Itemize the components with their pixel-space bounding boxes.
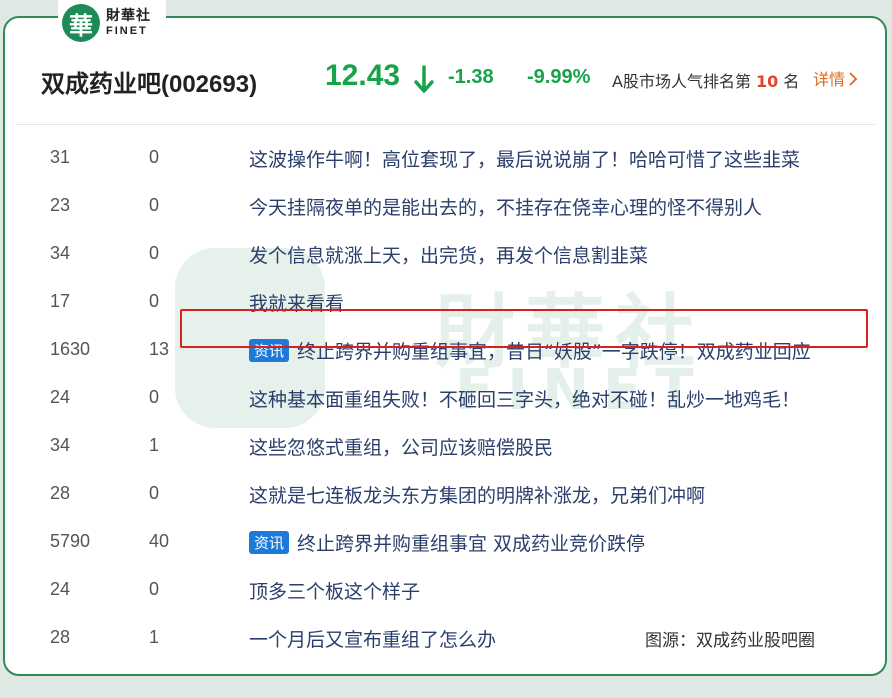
rank-number: 10 [756, 72, 779, 91]
read-count: 34 [50, 243, 71, 263]
post-title-link[interactable]: 我就来看看 [249, 289, 344, 316]
post-title-link[interactable]: 资讯 终止跨界并购重组事宜 双成药业竞价跌停 [249, 529, 645, 556]
reply-count: 0 [149, 387, 160, 407]
table-row: 23 0 今天挂隔夜单的是能出去的，不挂存在侥幸心理的怪不得别人 [5, 183, 885, 231]
reply-count: 0 [149, 243, 160, 263]
logo-cn: 財華社 [106, 8, 151, 24]
post-title-link[interactable]: 这种基本面重组失败！不砸回三字头，绝对不碰！乱炒一地鸡毛！ [249, 385, 800, 412]
table-row: 24 0 这种基本面重组失败！不砸回三字头，绝对不碰！乱炒一地鸡毛！ [5, 375, 885, 423]
price-change-pct: -9.99% [527, 66, 591, 88]
read-count: 1630 [50, 339, 91, 359]
forum-card: 財華社 FINET 双成药业吧(002693) 12.43 -1.38 -9.9… [3, 16, 887, 676]
reply-count: 0 [149, 195, 160, 215]
reply-count: 0 [149, 147, 160, 167]
post-title-link[interactable]: 资讯 终止跨界并购重组事宜，昔日“妖股”一字跌停！双成药业回应 [249, 337, 811, 364]
news-tag: 资讯 [249, 339, 290, 362]
reply-count: 0 [149, 579, 160, 599]
table-row: 34 0 发个信息就涨上天，出完货，再发个信息割韭菜 [5, 231, 885, 279]
read-count: 31 [50, 147, 71, 167]
read-count: 34 [50, 435, 71, 455]
post-title: 顶多三个板这个样子 [249, 581, 421, 603]
read-count: 17 [50, 291, 71, 311]
read-count: 24 [50, 387, 71, 407]
post-title: 我就来看看 [249, 293, 345, 315]
detail-label: 详情 [813, 70, 846, 89]
post-title-link[interactable]: 这些忽悠式重组，公司应该赔偿股民 [249, 433, 553, 460]
post-title: 发个信息就涨上天，出完货，再发个信息割韭菜 [249, 245, 649, 267]
post-title: 这就是七连板龙头东方集团的明牌补涨龙，兄弟们冲啊 [249, 485, 706, 507]
post-title: 这波操作牛啊！高位套现了，最后说说崩了！哈哈可惜了这些韭菜 [249, 149, 801, 171]
detail-link[interactable]: 详情 [813, 66, 858, 90]
read-count: 28 [50, 627, 71, 647]
post-title-link[interactable]: 顶多三个板这个样子 [249, 577, 420, 604]
post-list: 31 0 这波操作牛啊！高位套现了，最后说说崩了！哈哈可惜了这些韭菜 23 0 今天挂隔夜… [5, 135, 885, 663]
reply-count: 0 [149, 291, 160, 311]
post-title-link[interactable]: 这就是七连板龙头东方集团的明牌补涨龙，兄弟们冲啊 [249, 481, 705, 508]
stock-price: 12.43 [325, 59, 401, 92]
post-title-link[interactable]: 这波操作牛啊！高位套现了，最后说说崩了！哈哈可惜了这些韭菜 [249, 145, 800, 172]
read-count: 5790 [50, 531, 91, 551]
post-title: 终止跨界并购重组事宜 双成药业竞价跌停 [297, 533, 646, 555]
read-count: 23 [50, 195, 71, 215]
rank-suffix: 名 [783, 72, 800, 91]
table-row: 17 0 我就来看看 [5, 279, 885, 327]
chevron-right-icon [849, 72, 858, 86]
read-count: 24 [50, 579, 71, 599]
logo-en: FINET [106, 25, 148, 37]
post-title-link[interactable]: 一个月后又宣布重组了怎么办 [249, 625, 496, 652]
logo-mark: 華 [62, 4, 100, 42]
post-title-link[interactable]: 今天挂隔夜单的是能出去的，不挂存在侥幸心理的怪不得别人 [249, 193, 762, 220]
table-row: 31 0 这波操作牛啊！高位套现了，最后说说崩了！哈哈可惜了这些韭菜 [5, 135, 885, 183]
table-row: 1630 13 资讯 终止跨界并购重组事宜，昔日“妖股”一字跌停！双成药业回应 [5, 327, 885, 375]
reply-count: 1 [149, 627, 160, 647]
read-count: 28 [50, 483, 71, 503]
finet-logo: 華 財華社 FINET [58, 0, 166, 46]
post-title: 一个月后又宣布重组了怎么办 [249, 629, 497, 651]
table-row: 34 1 这些忽悠式重组，公司应该赔偿股民 [5, 423, 885, 471]
image-source: 图源：双成药业股吧圈 [645, 631, 815, 651]
price-change: -1.38 [448, 66, 494, 88]
rank-prefix: A股市场人气排名第 [612, 72, 751, 91]
stock-header: 双成药业吧(002693) 12.43 -1.38 -9.99% A股市场人气排… [15, 54, 875, 125]
reply-count: 0 [149, 483, 160, 503]
table-row: 24 0 顶多三个板这个样子 [5, 567, 885, 615]
news-tag: 资讯 [249, 531, 290, 554]
post-title-link[interactable]: 发个信息就涨上天，出完货，再发个信息割韭菜 [249, 241, 648, 268]
post-title: 这些忽悠式重组，公司应该赔偿股民 [249, 437, 554, 459]
table-row: 28 0 这就是七连板龙头东方集团的明牌补涨龙，兄弟们冲啊 [5, 471, 885, 519]
popularity-rank: A股市场人气排名第 10 名 [612, 68, 799, 92]
forum-title[interactable]: 双成药业吧(002693) [41, 64, 257, 99]
down-arrow-icon [414, 65, 434, 93]
post-title: 这种基本面重组失败！不砸回三字头，绝对不碰！乱炒一地鸡毛！ [249, 389, 801, 411]
post-title: 终止跨界并购重组事宜，昔日“妖股”一字跌停！双成药业回应 [297, 341, 811, 363]
reply-count: 40 [149, 531, 170, 551]
post-title: 今天挂隔夜单的是能出去的，不挂存在侥幸心理的怪不得别人 [249, 197, 763, 219]
reply-count: 13 [149, 339, 170, 359]
reply-count: 1 [149, 435, 160, 455]
table-row: 5790 40 资讯 终止跨界并购重组事宜 双成药业竞价跌停 [5, 519, 885, 567]
